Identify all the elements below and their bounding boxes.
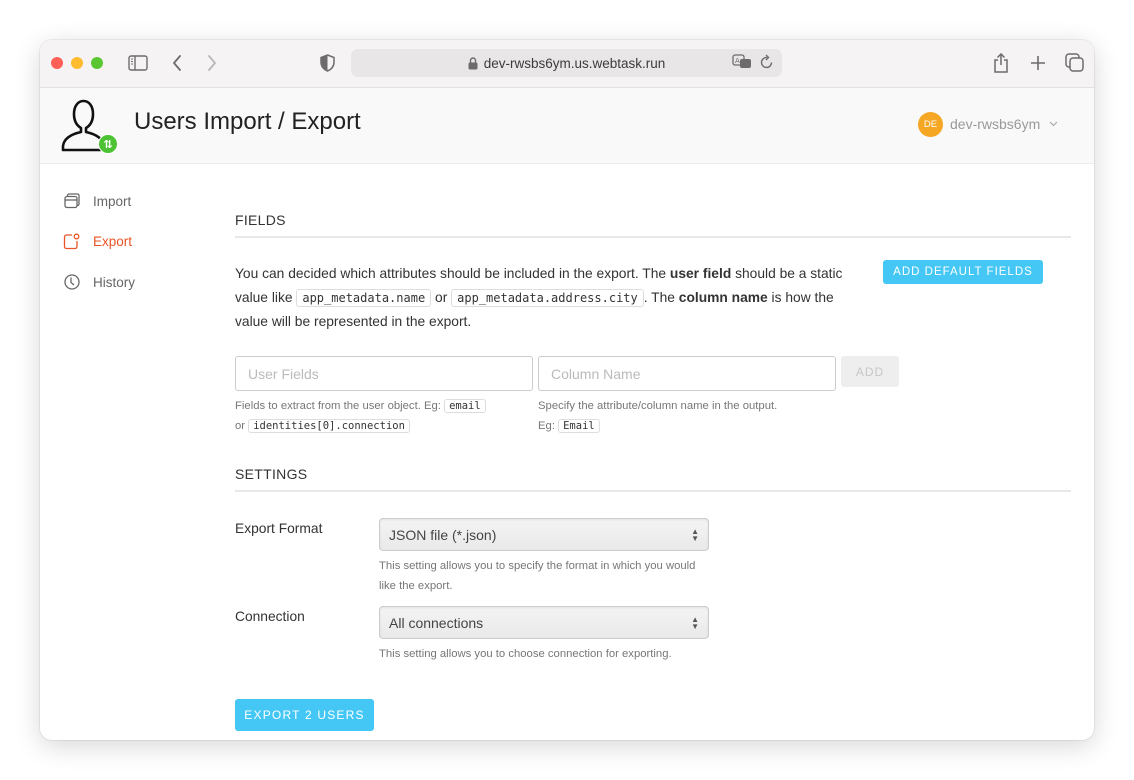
- field-entry-row: ADD Fields to extract from the user obje…: [235, 356, 1071, 436]
- fields-description: You can decided which attributes should …: [235, 262, 865, 334]
- zoom-window-button[interactable]: [91, 57, 103, 69]
- chevron-down-icon: [1049, 119, 1058, 130]
- back-icon[interactable]: [168, 52, 186, 74]
- select-arrows-icon: ▲ ▼: [691, 614, 699, 631]
- translate-icon[interactable]: A: [732, 54, 752, 73]
- user-fields-input[interactable]: [235, 356, 533, 391]
- share-icon[interactable]: [991, 52, 1011, 74]
- main-content: FIELDS You can decided which attributes …: [235, 164, 1071, 731]
- connection-help: This setting allows you to choose connec…: [379, 648, 672, 660]
- tab-overview-icon[interactable]: [1064, 52, 1086, 74]
- svg-text:A: A: [735, 57, 740, 65]
- add-default-fields-button[interactable]: ADD DEFAULT FIELDS: [883, 260, 1043, 284]
- import-icon: [63, 193, 80, 210]
- help-text: Fields to extract from the user object. …: [235, 400, 445, 412]
- fields-section-title: FIELDS: [235, 212, 1071, 238]
- user-menu[interactable]: DE dev-rwsbs6ym: [918, 111, 1058, 137]
- intro-bold-user-field: user field: [669, 266, 732, 281]
- export-format-help: This setting allows you to specify the f…: [379, 560, 696, 592]
- select-arrows-icon: ▲ ▼: [691, 526, 699, 543]
- sidebar-item-label: Export: [93, 234, 133, 249]
- shield-icon[interactable]: [318, 52, 336, 74]
- new-tab-icon[interactable]: [1028, 52, 1048, 74]
- code-example: app_metadata.address.city: [451, 289, 644, 307]
- export-icon: [63, 233, 80, 250]
- reload-icon[interactable]: [760, 54, 774, 73]
- minimize-window-button[interactable]: [71, 57, 83, 69]
- code-example: Email: [558, 419, 600, 433]
- connection-select[interactable]: All connections ▲ ▼: [379, 606, 709, 639]
- intro-bold-column-name: column name: [678, 290, 768, 305]
- export-format-row: Export Format JSON file (*.json) ▲ ▼ This…: [235, 518, 1071, 606]
- add-field-button[interactable]: ADD: [841, 356, 899, 387]
- lock-icon: [468, 56, 478, 70]
- sidebar-toggle-icon[interactable]: [127, 53, 149, 73]
- connection-label: Connection: [235, 609, 305, 624]
- export-format-label: Export Format: [235, 521, 323, 536]
- connection-value: All connections: [389, 614, 484, 631]
- intro-text: . The: [643, 290, 679, 305]
- help-text: Eg:: [538, 420, 559, 432]
- sidebar: Import Export History: [63, 190, 213, 312]
- close-window-button[interactable]: [51, 57, 63, 69]
- sidebar-item-import[interactable]: Import: [63, 190, 213, 212]
- column-name-input[interactable]: [538, 356, 836, 391]
- browser-toolbar: dev-rwsbs6ym.us.webtask.run A: [40, 40, 1094, 88]
- url-text: dev-rwsbs6ym.us.webtask.run: [483, 55, 666, 71]
- export-users-button[interactable]: EXPORT 2 USERS: [235, 699, 374, 731]
- address-bar[interactable]: dev-rwsbs6ym.us.webtask.run A: [351, 49, 782, 77]
- sidebar-item-history[interactable]: History: [63, 271, 213, 293]
- help-text: Specify the attribute/column name in the…: [538, 400, 778, 412]
- user-name: dev-rwsbs6ym: [950, 116, 1041, 132]
- page-title: Users Import / Export: [134, 108, 361, 135]
- app-header: ⇅ Users Import / Export DE dev-rwsbs6ym: [40, 88, 1094, 164]
- connection-row: Connection All connections ▲ ▼ This setti…: [235, 606, 1071, 694]
- export-format-value: JSON file (*.json): [389, 526, 497, 543]
- forward-icon[interactable]: [203, 52, 221, 74]
- clock-icon: [63, 274, 80, 291]
- sidebar-item-export[interactable]: Export: [63, 231, 213, 253]
- fields-intro: You can decided which attributes should …: [235, 260, 1071, 334]
- settings-section-title: SETTINGS: [235, 466, 1071, 492]
- browser-window: dev-rwsbs6ym.us.webtask.run A ⇅ Users Im…: [40, 40, 1094, 740]
- code-example: app_metadata.name: [296, 289, 432, 307]
- code-example: identities[0].connection: [248, 419, 410, 433]
- export-format-select[interactable]: JSON file (*.json) ▲ ▼: [379, 518, 709, 551]
- sidebar-item-label: Import: [93, 193, 132, 209]
- users-logo-icon: ⇅: [60, 96, 122, 156]
- help-text: or: [235, 420, 249, 432]
- avatar: DE: [918, 111, 943, 137]
- intro-text: or: [431, 290, 452, 305]
- column-name-help: Specify the attribute/column name in the…: [538, 396, 828, 436]
- user-fields-help: Fields to extract from the user object. …: [235, 396, 497, 436]
- code-example: email: [444, 399, 486, 413]
- import-export-badge-icon: ⇅: [98, 134, 118, 154]
- sidebar-item-label: History: [93, 274, 136, 290]
- intro-text: You can decided which attributes should …: [235, 266, 670, 281]
